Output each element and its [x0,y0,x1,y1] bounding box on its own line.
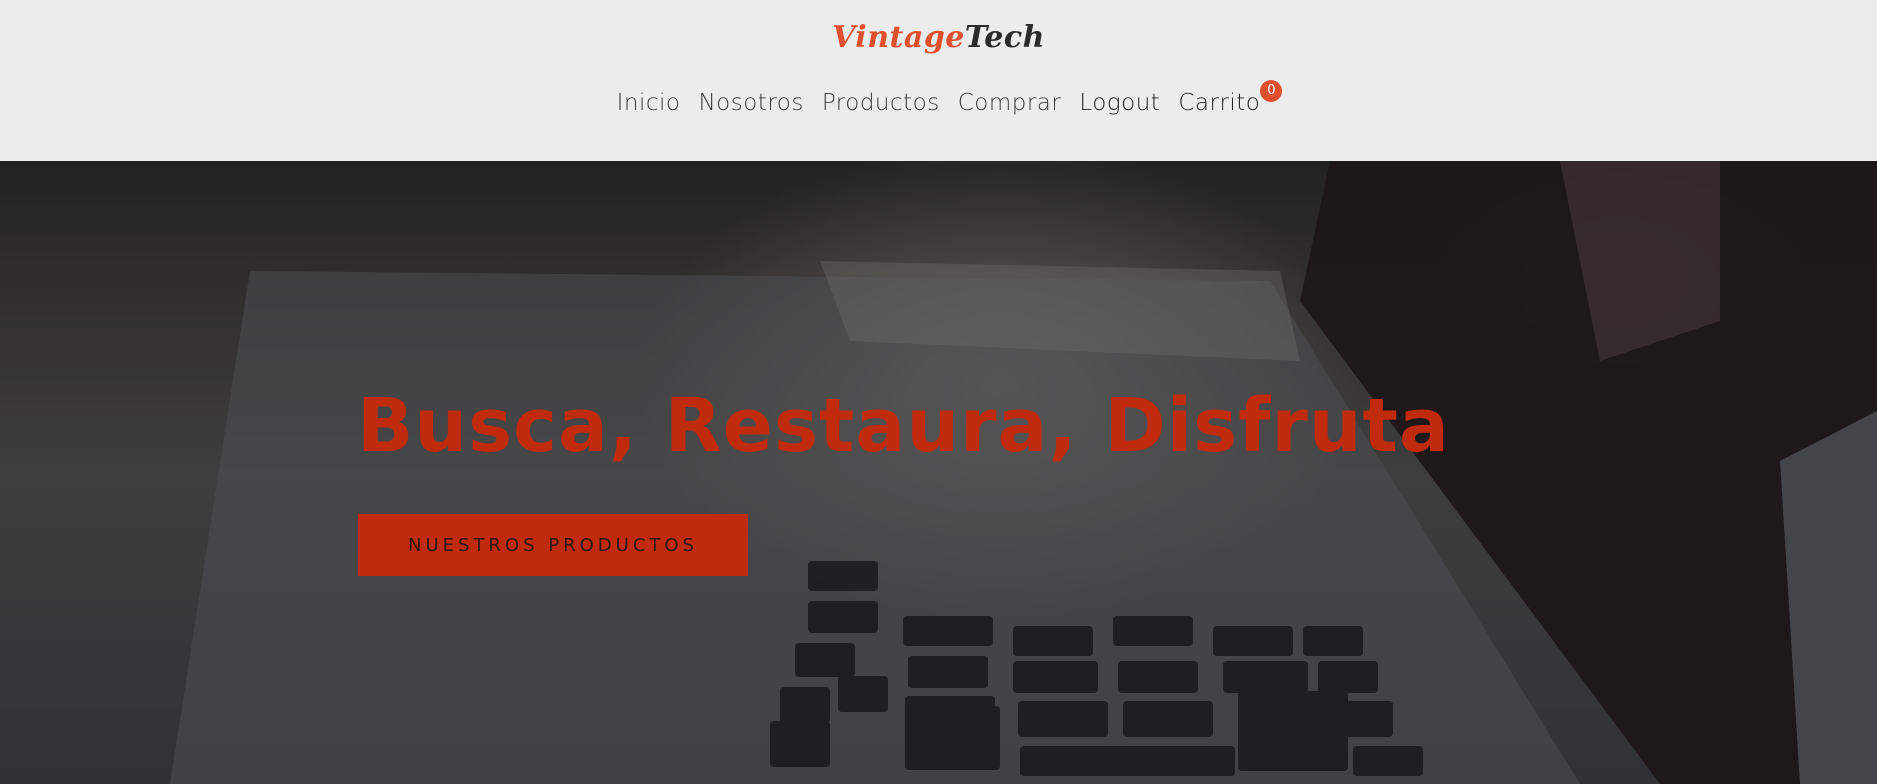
brand-logo-vintage: Vintage [832,20,965,55]
nav-item-comprar[interactable]: Comprar [949,90,1071,116]
hero-banner: Busca, Restaura, Disfruta NUESTROS PRODU… [0,161,1877,784]
laptop-background-image [0,161,1877,784]
hero-title: Busca, Restaura, Disfruta [357,383,1450,469]
nav-item-logout[interactable]: Logout [1070,90,1169,116]
our-products-button[interactable]: NUESTROS PRODUCTOS [358,514,748,576]
nav-item-carrito[interactable]: Carrito [1169,90,1269,116]
nav-item-inicio[interactable]: Inicio [608,90,690,116]
nav-item-nosotros[interactable]: Nosotros [689,90,812,116]
main-nav: Inicio Nosotros Productos Comprar Logout… [0,80,1877,116]
site-header: VintageTech Inicio Nosotros Productos Co… [0,0,1877,161]
brand-logo-tech: Tech [964,20,1045,55]
brand-logo[interactable]: VintageTech [0,20,1877,55]
cart-count-badge: 0 [1260,80,1283,102]
nav-item-productos[interactable]: Productos [813,90,949,116]
cart-link[interactable]: Carrito 0 [1169,80,1283,116]
